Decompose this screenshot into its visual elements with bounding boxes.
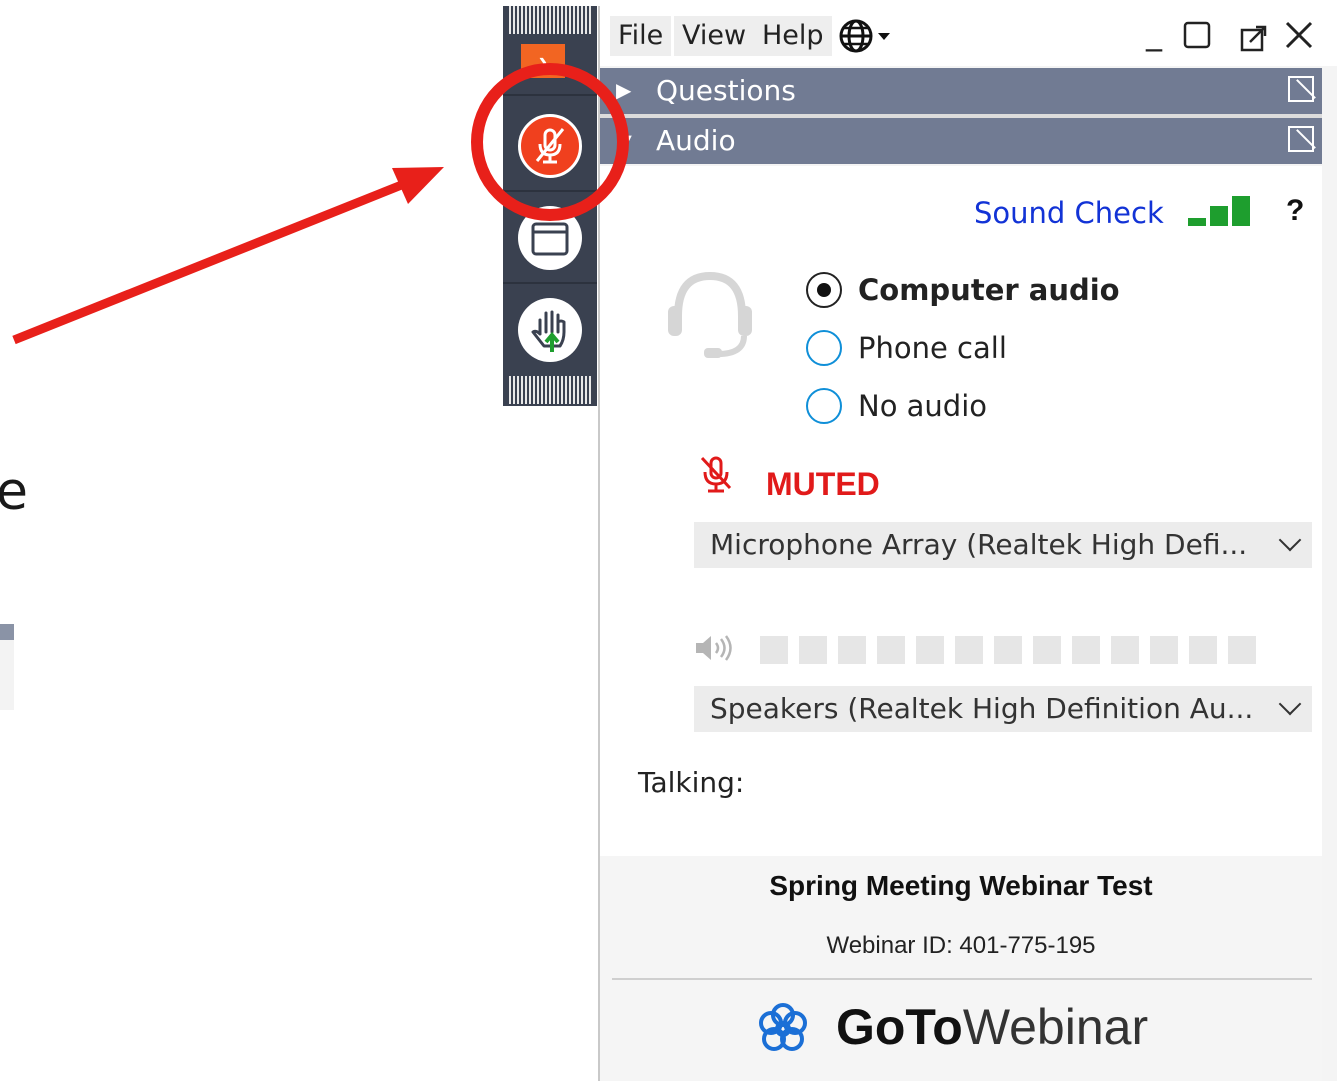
signal-strength-icon — [1188, 196, 1252, 226]
questions-panel-title: Questions — [656, 74, 796, 107]
expand-icon[interactable]: › — [521, 44, 565, 78]
sound-check-link[interactable]: Sound Check — [974, 196, 1164, 230]
audio-panel-title: Audio — [656, 124, 736, 157]
strip-divider — [503, 94, 597, 96]
panel-popout-icon[interactable] — [1288, 76, 1314, 102]
control-panel-strip: › — [503, 6, 597, 406]
strip-divider — [503, 190, 597, 192]
audio-help-button[interactable]: ? — [1286, 194, 1304, 228]
audio-panel: Sound Check ? Computer audio Phone call … — [600, 166, 1322, 856]
menu-view[interactable]: View — [674, 16, 755, 56]
menu-file[interactable]: File — [610, 16, 672, 56]
panel-popout-icon[interactable] — [1288, 126, 1314, 152]
screen-view-button[interactable] — [518, 206, 582, 270]
popout-icon[interactable] — [1240, 22, 1268, 60]
brand-name: GoToWebinar — [836, 998, 1148, 1056]
brand-name-light: Webinar — [962, 999, 1149, 1055]
audio-panel-header[interactable]: ▼ Audio — [600, 118, 1322, 164]
gotowebinar-logo: GoToWebinar — [752, 996, 1172, 1060]
annotation-arrow-shaft — [12, 179, 406, 345]
expand-triangle-icon: ▶ — [616, 80, 632, 102]
menu-bar: File View Help _ — [600, 6, 1337, 66]
screen-icon — [531, 222, 569, 256]
background-slide-fragment — [0, 624, 14, 710]
strip-divider — [503, 282, 597, 284]
speaker-select-value: Speakers (Realtek High Definition Au... — [710, 692, 1254, 725]
microphone-muted-icon — [535, 128, 565, 164]
speaker-volume-icon — [694, 632, 738, 671]
mute-toggle-button[interactable] — [518, 114, 582, 178]
close-icon[interactable] — [1284, 20, 1314, 58]
audio-option-label: Computer audio — [858, 273, 1120, 307]
annotation-arrow-head — [392, 167, 444, 204]
microphone-select[interactable]: Microphone Array (Realtek High Defi... — [694, 522, 1312, 568]
audio-option-label: No audio — [858, 389, 988, 423]
brand-name-bold: GoTo — [836, 999, 963, 1055]
minimize-icon[interactable]: _ — [1146, 14, 1162, 52]
questions-panel-header[interactable]: ▶ Questions — [600, 68, 1322, 114]
speaker-select[interactable]: Speakers (Realtek High Definition Au... — [694, 686, 1312, 732]
webinar-footer: Spring Meeting Webinar Test Webinar ID: … — [600, 856, 1322, 1081]
drag-grip-bottom[interactable] — [509, 376, 591, 404]
menu-help[interactable]: Help — [754, 16, 832, 56]
webinar-title: Spring Meeting Webinar Test — [769, 870, 1153, 901]
chevron-down-icon — [1278, 692, 1302, 716]
microphone-select-value: Microphone Array (Realtek High Defi... — [710, 528, 1248, 561]
headset-icon — [668, 271, 752, 358]
flower-logo-icon — [759, 1003, 807, 1051]
background-slide-text: e — [0, 462, 28, 522]
radio-unselected[interactable] — [806, 388, 842, 424]
raise-hand-button[interactable] — [518, 298, 582, 362]
talking-label: Talking: — [638, 766, 745, 799]
collapse-triangle-icon: ▼ — [616, 130, 636, 152]
audio-option-label: Phone call — [858, 331, 1007, 365]
globe-icon[interactable] — [838, 18, 894, 62]
footer-divider — [612, 978, 1312, 980]
gotowebinar-control-panel: File View Help _ ▶ Questions ▼ Audio Sou… — [598, 6, 1337, 1081]
raise-hand-icon — [531, 310, 566, 352]
webinar-id: Webinar ID: 401-775-195 — [826, 932, 1096, 959]
radio-unselected[interactable] — [806, 330, 842, 366]
muted-status: MUTED — [766, 466, 880, 502]
maximize-icon[interactable] — [1182, 20, 1212, 58]
chevron-down-icon — [1278, 528, 1302, 552]
drag-grip-top[interactable] — [509, 6, 591, 34]
microphone-muted-icon — [700, 456, 732, 493]
radio-selected[interactable] — [806, 272, 842, 308]
